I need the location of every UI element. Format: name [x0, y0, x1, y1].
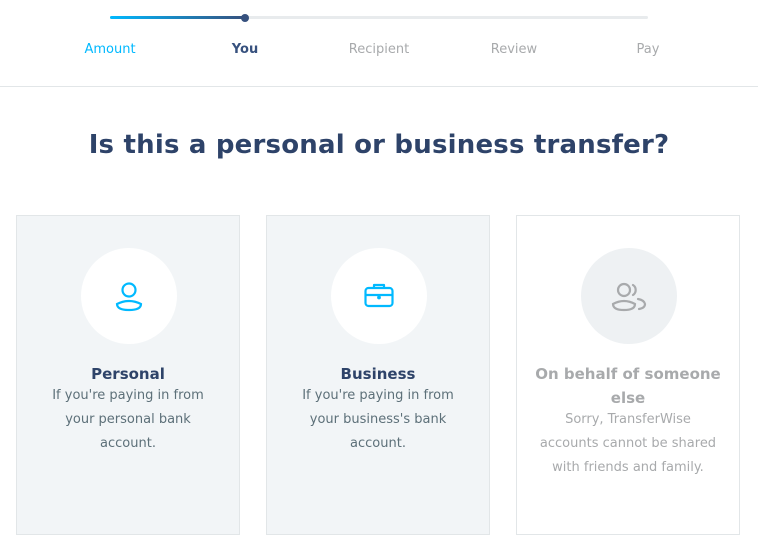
- step-recipient: Recipient: [348, 42, 410, 57]
- business-option-card[interactable]: Business If you're paying in from your b…: [266, 215, 490, 535]
- business-option-title: Business: [340, 365, 416, 383]
- personal-option-description: If you're paying in from your personal b…: [52, 388, 204, 451]
- business-option-description: If you're paying in from your business's…: [302, 388, 454, 451]
- step-you: You: [231, 42, 259, 57]
- progress-track: [110, 14, 648, 22]
- step-review: Review: [490, 42, 538, 57]
- on-behalf-option-description: Sorry, TransferWise accounts cannot be s…: [539, 412, 717, 475]
- people-icon: [581, 248, 677, 344]
- progress-fill: [110, 16, 245, 19]
- on-behalf-option-title: On behalf of someone else: [535, 365, 721, 407]
- personal-option-card[interactable]: Personal If you're paying in from your p…: [16, 215, 240, 535]
- page-title: Is this a personal or business transfer?: [88, 130, 670, 160]
- step-pay: Pay: [636, 42, 660, 57]
- briefcase-icon: [331, 248, 427, 344]
- progress-header: Amount You Recipient Review Pay: [0, 0, 758, 87]
- person-icon: [81, 248, 177, 344]
- step-amount[interactable]: Amount: [60, 42, 160, 57]
- personal-option-title: Personal: [91, 365, 165, 383]
- on-behalf-option-card: On behalf of someone else Sorry, Transfe…: [516, 215, 740, 535]
- progress-current-dot: [240, 14, 249, 22]
